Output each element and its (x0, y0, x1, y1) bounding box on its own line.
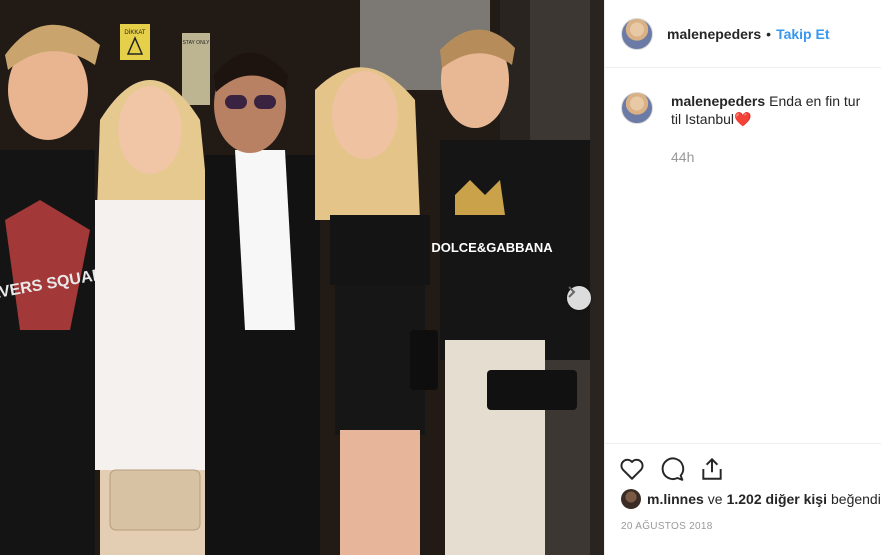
caption-body: malenepeders Enda en fin tur til Istanbul… (671, 92, 865, 166)
share-icon[interactable] (699, 456, 725, 482)
liker-avatar[interactable] (621, 489, 641, 509)
likes-others[interactable]: 1.202 diğer kişi (727, 491, 827, 507)
post-photo[interactable]: DİKKAT STAY ONLY SAVERS SQUAD DOLCE&GABB… (0, 0, 604, 555)
caption-comment: malenepeders Enda en fin tur til Istanbul… (605, 68, 881, 166)
action-bar (605, 443, 881, 482)
svg-text:STAY ONLY: STAY ONLY (183, 40, 211, 46)
chevron-right-icon (568, 286, 576, 298)
photo-illustration: DİKKAT STAY ONLY SAVERS SQUAD DOLCE&GABB… (0, 0, 604, 555)
svg-text:DİKKAT: DİKKAT (124, 29, 146, 36)
likes-summary: m.linnes ve 1.202 diğer kişi beğendi (621, 489, 881, 509)
caption-avatar[interactable] (621, 92, 653, 124)
caption-time[interactable]: 44h (671, 148, 865, 166)
post-header: malenepeders • Takip Et (605, 0, 881, 68)
post-date[interactable]: 20 AĞUSTOS 2018 (621, 521, 713, 532)
likes-connector: ve (707, 491, 723, 507)
liker-username[interactable]: m.linnes (647, 491, 704, 507)
caption-username[interactable]: malenepeders (671, 93, 765, 109)
header-username[interactable]: malenepeders (667, 26, 761, 42)
header-separator: • (766, 25, 772, 42)
likes-suffix: beğendi (831, 491, 881, 507)
follow-button[interactable]: Takip Et (776, 26, 829, 42)
carousel-next-button[interactable] (567, 286, 591, 310)
svg-text:DOLCE&GABBANA: DOLCE&GABBANA (431, 240, 553, 255)
heart-emoji: ❤️ (734, 111, 752, 127)
post-sidebar: malenepeders • Takip Et malenepeders Enda… (604, 0, 881, 555)
comment-icon[interactable] (659, 456, 685, 482)
heart-icon[interactable] (619, 456, 645, 482)
instagram-post: DİKKAT STAY ONLY SAVERS SQUAD DOLCE&GABB… (0, 0, 881, 555)
avatar[interactable] (621, 17, 653, 50)
warning-sign: DİKKAT (120, 24, 150, 60)
info-panel: STAY ONLY (182, 33, 210, 105)
